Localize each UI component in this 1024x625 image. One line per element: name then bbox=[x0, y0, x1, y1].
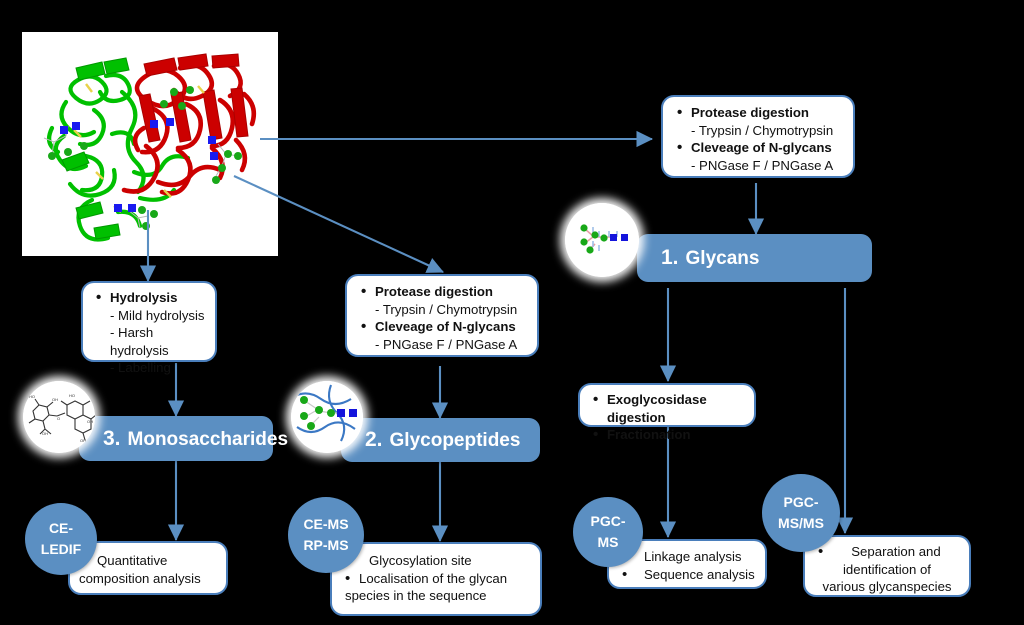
glycoprotein-ribbon-structure bbox=[22, 32, 278, 256]
box-line: - Trypsin / Chymotrypsin bbox=[375, 301, 518, 317]
tech-circle-ce-ledif[interactable]: CE- LEDIF bbox=[25, 503, 97, 575]
tech-circle-line2: LEDIF bbox=[40, 541, 82, 557]
banner-number: 1. bbox=[661, 246, 679, 269]
box-line: - Mild hydrolysis bbox=[110, 307, 205, 323]
tech-circle-line1: CE-MS bbox=[303, 516, 349, 532]
banner-title: Monosaccharides bbox=[127, 428, 289, 450]
tech-circle-line2: MS bbox=[597, 534, 619, 550]
tech-circle-line2: RP-MS bbox=[303, 537, 349, 553]
box-line: species in the sequence bbox=[345, 588, 487, 604]
diagram-canvas: Protease digestion - Trypsin / Chymotryp… bbox=[0, 0, 1024, 625]
box-line: Protease digestion bbox=[669, 103, 847, 122]
tech-circle-line1: CE- bbox=[48, 520, 74, 536]
banner-number: 2. bbox=[365, 428, 383, 451]
svg-text:HO: HO bbox=[69, 393, 75, 398]
glycopeptide-structure-icon bbox=[291, 381, 363, 453]
protease-digestion-box-glycopeptides: Protease digestion - Trypsin / Chymotryp… bbox=[345, 274, 539, 357]
box-line: Fractionation bbox=[585, 425, 749, 444]
svg-text:HO: HO bbox=[29, 394, 35, 399]
box-line: - PNGase F / PNGase A bbox=[375, 336, 518, 352]
tech-circle-pgc-msms[interactable]: PGC- MS/MS bbox=[762, 474, 840, 552]
svg-text:OH: OH bbox=[42, 431, 48, 436]
box-line: composition analysis bbox=[79, 570, 201, 586]
box-line: Separation and bbox=[810, 542, 964, 561]
box-line: - Labelling bbox=[110, 360, 171, 376]
svg-text:OH: OH bbox=[87, 419, 93, 424]
box-line: Glycosylation site bbox=[337, 551, 535, 570]
tech-circle-ce-ms-rp-ms[interactable]: CE-MS RP-MS bbox=[288, 497, 364, 573]
pgc-msms-results-box: Separation and identification of various… bbox=[803, 535, 971, 597]
hydrolysis-box: Hydrolysis - Mild hydrolysis - Harsh hyd… bbox=[81, 281, 217, 375]
svg-text:OH: OH bbox=[52, 397, 58, 402]
banner-title: Glycans bbox=[685, 248, 760, 269]
box-line: Exoglycosidase digestion bbox=[585, 390, 749, 426]
glycopeptide-results-box: Glycosylation site Localisation of the g… bbox=[330, 542, 542, 616]
banner-glycopeptides[interactable]: 2. Glycopeptides bbox=[341, 418, 540, 462]
banner-glycans[interactable]: 1. Glycans bbox=[637, 234, 872, 282]
exoglycosidase-digestion-box: Exoglycosidase digestion Fractionation bbox=[578, 383, 756, 445]
box-line: Localisation of the glycan bbox=[337, 569, 535, 588]
tech-circle-line1: PGC- bbox=[590, 513, 626, 529]
protease-digestion-box-top: Protease digestion - Trypsin / Chymotryp… bbox=[661, 95, 855, 178]
box-line: - PNGase F / PNGase A bbox=[691, 157, 834, 173]
glycan-structure-icon bbox=[565, 203, 639, 277]
box-line: Sequence analysis bbox=[614, 565, 760, 584]
banner-monosaccharides[interactable]: 3. Monosaccharides bbox=[79, 416, 288, 461]
box-line: Quantitative bbox=[75, 551, 221, 570]
box-line: Protease digestion bbox=[353, 282, 531, 301]
box-line: - Harsh hydrolysis bbox=[110, 325, 169, 358]
banner-title: Glycopeptides bbox=[389, 430, 521, 451]
box-line: - Trypsin / Chymotrypsin bbox=[691, 122, 834, 138]
box-line: Cleveage of N-glycans bbox=[353, 317, 531, 336]
box-line: identification of bbox=[843, 561, 931, 577]
banner-number: 3. bbox=[103, 426, 121, 450]
tech-circle-line2: MS/MS bbox=[778, 515, 824, 531]
box-line: various glycanspecies bbox=[822, 579, 952, 595]
tech-circle-line1: PGC- bbox=[783, 494, 819, 510]
box-line: Hydrolysis bbox=[88, 288, 210, 307]
monosaccharide-chemical-structure-icon: HO OH O OH HO OH OH bbox=[23, 381, 95, 453]
tech-circle-pgc-ms[interactable]: PGC- MS bbox=[573, 497, 643, 567]
box-line: Cleveage of N-glycans bbox=[669, 138, 847, 157]
svg-text:O: O bbox=[57, 416, 60, 421]
